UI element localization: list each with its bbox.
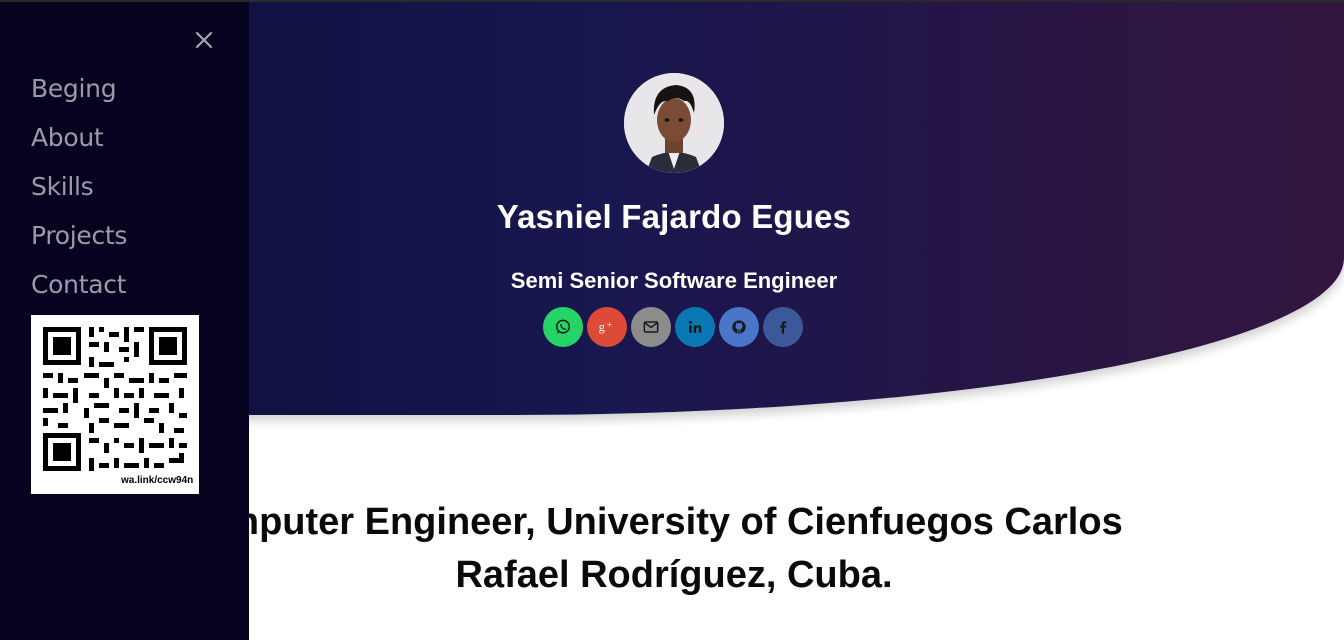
- google-plus-button[interactable]: g +: [587, 307, 627, 347]
- svg-text:+: +: [607, 319, 612, 329]
- facebook-button[interactable]: [763, 307, 803, 347]
- email-button[interactable]: [631, 307, 671, 347]
- linkedin-button[interactable]: [675, 307, 715, 347]
- whatsapp-button[interactable]: [543, 307, 583, 347]
- github-icon: [732, 320, 746, 334]
- whatsapp-qr-code[interactable]: wa.link/ccw94n: [31, 315, 199, 494]
- profile-photo: [624, 73, 724, 173]
- nav-menu: Beging About Skills Projects Contact: [31, 74, 127, 319]
- close-menu-button[interactable]: [190, 26, 218, 54]
- qr-code-icon: [31, 315, 199, 483]
- nav-item-projects[interactable]: Projects: [31, 221, 127, 270]
- close-icon: [195, 31, 213, 49]
- github-button[interactable]: [719, 307, 759, 347]
- side-navigation: Beging About Skills Projects Contact wa.…: [0, 2, 249, 640]
- nav-item-contact[interactable]: Contact: [31, 270, 127, 319]
- nav-item-skills[interactable]: Skills: [31, 172, 127, 221]
- svg-text:g: g: [599, 320, 606, 334]
- linkedin-icon: [688, 320, 702, 333]
- nav-item-about[interactable]: About: [31, 123, 127, 172]
- qr-link-label: wa.link/ccw94n: [121, 475, 194, 486]
- facebook-icon: [779, 321, 787, 334]
- email-icon: [643, 321, 659, 333]
- top-border: [0, 0, 1344, 2]
- nav-item-beging[interactable]: Beging: [31, 74, 127, 123]
- avatar: [624, 73, 724, 173]
- google-plus-icon: g +: [599, 319, 612, 334]
- social-links: g +: [543, 307, 803, 347]
- whatsapp-icon: [556, 319, 570, 334]
